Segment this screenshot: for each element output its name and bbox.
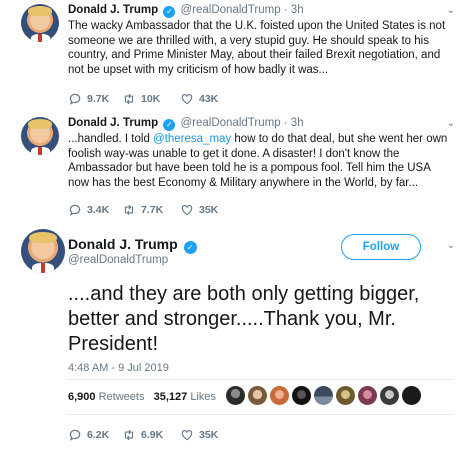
like-count: 35K [199,204,219,216]
engagement-stats: 6,900 Retweets 35,127 Likes [68,391,216,403]
liker-avatars [226,386,421,405]
tweet-header: Donald J. Trump ✓ @realDonaldTrump · 3h [68,117,304,131]
reply-count: 9.7K [87,93,110,105]
reply-icon [69,93,81,105]
main-avatar[interactable] [21,229,65,273]
retweet-button[interactable]: 6.9K [122,428,180,442]
like-count: 43K [199,93,219,105]
verified-icon: ✓ [163,6,176,18]
author-name[interactable]: Donald J. Trump [68,117,158,129]
heart-icon [181,94,193,105]
retweet-count: 6.9K [141,429,164,441]
retweet-button[interactable]: 7.7K [122,203,180,217]
likes-stat[interactable]: 35,127 Likes [154,391,216,403]
tweet-text: ...handled. I told @theresa_may how to d… [68,132,453,190]
liker-avatar[interactable] [314,386,333,405]
tweet-text: The wacky Ambassador that the U.K. foist… [68,20,446,76]
liker-avatar[interactable] [336,386,355,405]
retweet-button[interactable]: 10K [122,92,180,106]
like-button[interactable]: 35K [180,428,234,442]
retweet-count: 7.7K [141,204,164,216]
author-handle[interactable]: @realDonaldTrump · 3h [181,117,304,129]
avatar-hair [27,119,53,130]
avatar-tie [40,263,46,273]
liker-avatar[interactable] [292,386,311,405]
heart-icon [181,205,193,216]
tweet-1[interactable]: Donald J. Trump ✓ @realDonaldTrump · 3h … [0,0,473,112]
retweet-count: 10K [141,93,161,105]
divider [68,414,453,415]
liker-avatar[interactable] [380,386,399,405]
liker-avatar[interactable] [358,386,377,405]
retweet-icon [124,93,134,105]
liker-avatar[interactable] [248,386,267,405]
tweet-actions: 3.4K 7.7K 35K [68,203,234,217]
verified-icon: ✓ [163,119,176,131]
reply-button[interactable]: 3.4K [68,203,122,217]
liker-avatar[interactable] [226,386,245,405]
author-name[interactable]: Donald J. Trump [68,4,158,16]
chevron-down-icon[interactable]: ⌄ [447,118,455,129]
tweet-timestamp[interactable]: 4:48 AM - 9 Jul 2019 [68,362,169,374]
follow-button[interactable]: Follow [341,234,421,260]
reply-button[interactable]: 6.2K [68,428,122,442]
main-tweet-text: ....and they are both only getting bigge… [68,283,420,355]
retweet-total: 6,900 [68,391,96,403]
liker-avatar[interactable] [270,386,289,405]
divider [68,379,453,380]
reply-button[interactable]: 9.7K [68,92,122,106]
main-author-name[interactable]: Donald J. Trump ✓ [68,236,199,254]
avatar-tie [38,33,42,42]
likes-label: Likes [190,391,217,403]
chevron-down-icon[interactable]: ⌄ [447,240,455,251]
like-button[interactable]: 35K [180,203,234,217]
verified-icon: ✓ [183,241,197,254]
tweet-actions: 9.7K 10K 43K [68,92,234,106]
heart-icon [181,430,193,441]
avatar-hair [28,231,58,244]
liker-avatar[interactable] [402,386,421,405]
reply-count: 6.2K [87,429,110,441]
reply-icon [69,204,81,216]
chevron-down-icon[interactable]: ⌄ [447,5,455,16]
avatar-tie [38,146,42,155]
main-author-name-text: Donald J. Trump [68,236,178,252]
avatar[interactable] [21,117,59,155]
retweet-icon [124,204,134,216]
mention-link[interactable]: @theresa_may [153,133,231,145]
reply-icon [69,429,81,441]
avatar[interactable] [21,4,59,42]
retweets-label: Retweets [98,391,145,403]
retweets-stat[interactable]: 6,900 Retweets [68,391,144,403]
author-handle[interactable]: @realDonaldTrump · 3h [181,4,304,16]
retweet-icon [124,429,134,441]
avatar-hair [27,6,53,17]
tweet-text-start: ...handled. I told [68,133,154,145]
main-tweet-actions: 6.2K 6.9K 35K [68,428,234,442]
tweet-header: Donald J. Trump ✓ @realDonaldTrump · 3h [68,4,304,18]
like-total: 35,127 [153,391,188,403]
main-author-handle[interactable]: @realDonaldTrump [68,254,168,266]
reply-count: 3.4K [87,204,110,216]
like-count: 35K [199,429,219,441]
tweet-2[interactable]: Donald J. Trump ✓ @realDonaldTrump · 3h … [0,113,473,225]
like-button[interactable]: 43K [180,92,234,106]
